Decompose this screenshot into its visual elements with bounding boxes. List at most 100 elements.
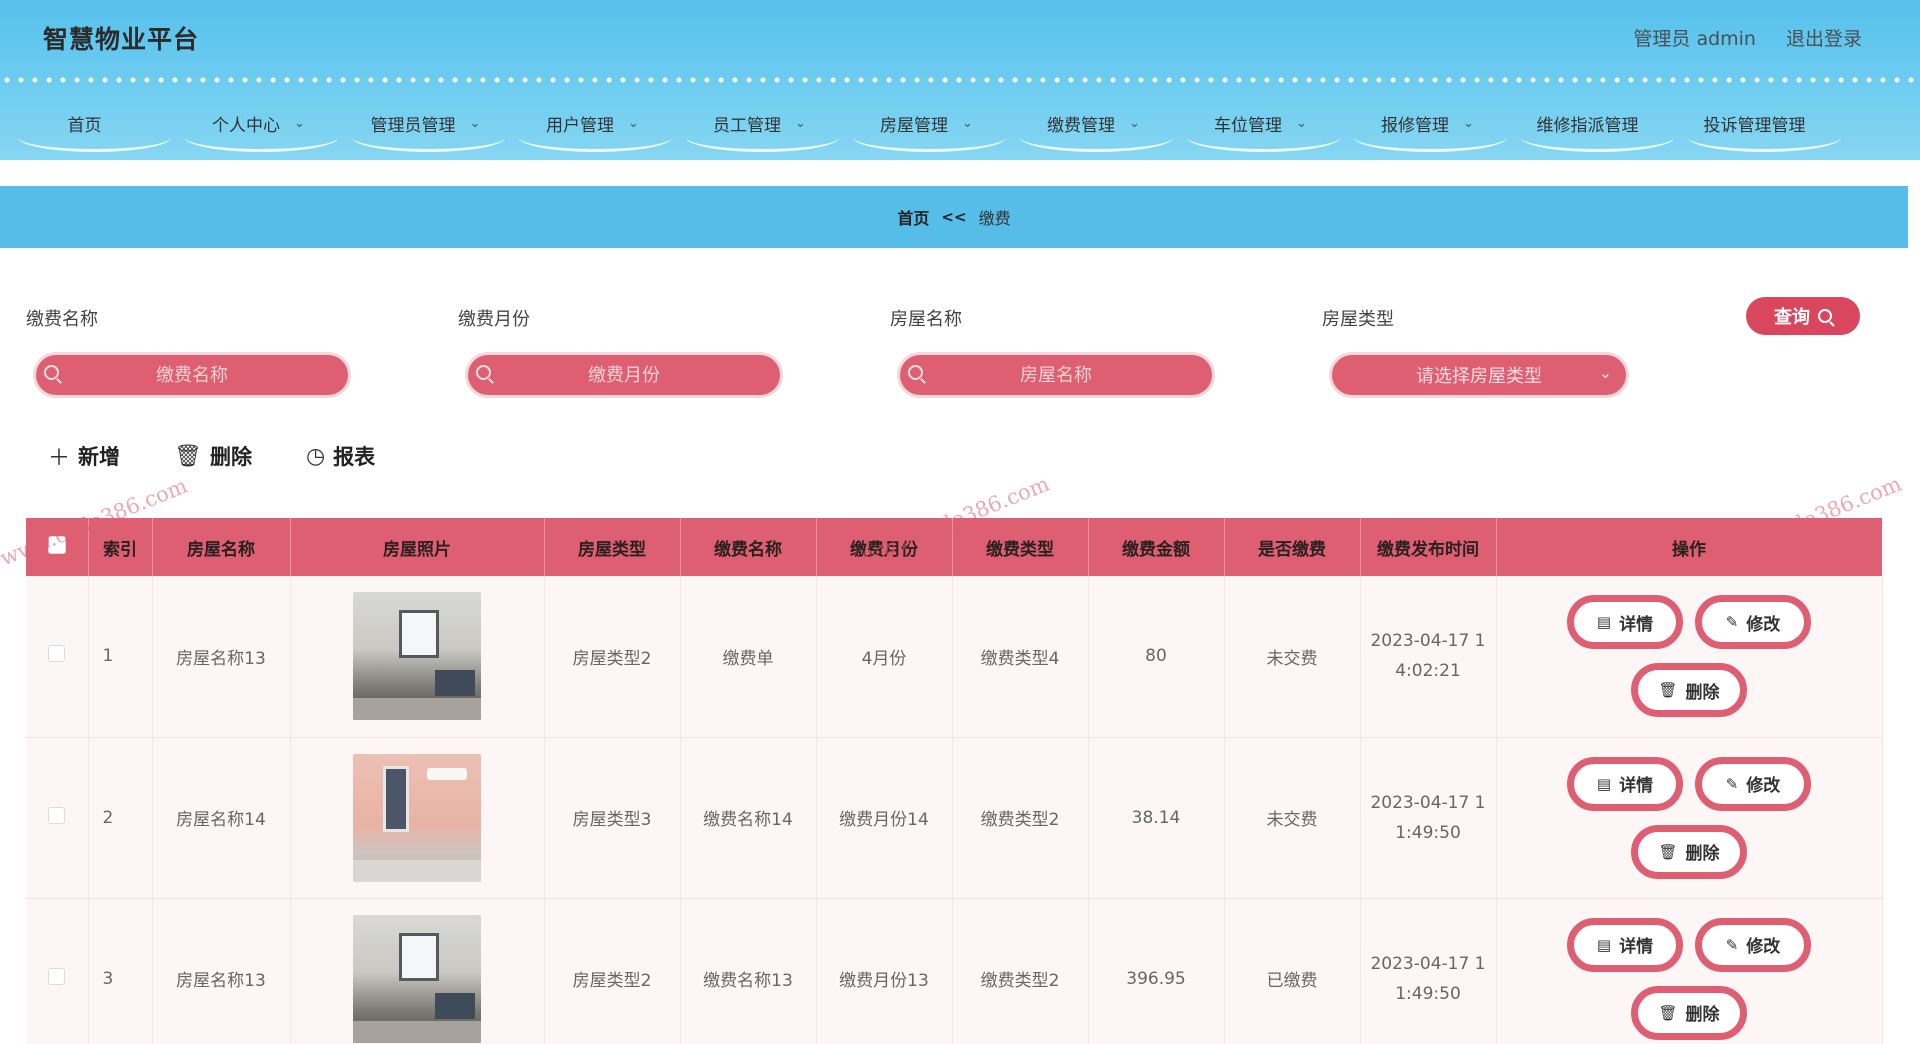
column-header: 操作 xyxy=(1496,518,1883,576)
breadcrumb: 首页 << 缴费 xyxy=(0,186,1908,248)
nav-item-label: 维修指派管理 xyxy=(1536,115,1639,136)
fee-month-cell: 缴费月份14 xyxy=(816,737,953,898)
fee-type-cell: 缴费类型2 xyxy=(952,898,1089,1044)
delete-button[interactable]: 🗑 删除 xyxy=(1631,824,1747,879)
fee-month-input[interactable] xyxy=(468,364,780,386)
document-icon: ▤ xyxy=(1596,774,1612,793)
table-header-row: 索引 房屋名称 房屋照片 房屋类型 缴费名称 缴费月份 缴费类型 缴费金额 是否… xyxy=(26,518,1883,576)
document-icon: ▤ xyxy=(1596,613,1612,632)
chevron-down-icon: ⌄ xyxy=(795,115,806,131)
nav-item-personal-center[interactable]: 个人中心 ⌄ xyxy=(175,92,342,154)
table-row: 1 房屋名称13 房屋类型2 缴费单 4月份 缴费类型4 80 未交费 2023… xyxy=(26,576,1883,737)
edit-button[interactable]: ✎ 修改 xyxy=(1695,917,1811,972)
house-name-input[interactable] xyxy=(900,364,1212,386)
nav-item-parking-management[interactable]: 车位管理 ⌄ xyxy=(1177,92,1344,154)
fee-month-cell: 4月份 xyxy=(816,576,953,737)
fee-type-cell: 缴费类型4 xyxy=(952,576,1089,737)
select-all-checkbox[interactable] xyxy=(47,535,66,554)
nav-item-user-management[interactable]: 用户管理 ⌄ xyxy=(509,92,676,154)
paid-status-cell: 已缴费 xyxy=(1224,898,1361,1044)
current-user-label: 管理员 admin xyxy=(1633,28,1756,50)
column-header: 索引 xyxy=(88,518,153,576)
main-nav: 首页 个人中心 ⌄ 管理员管理 ⌄ 用户管理 ⌄ 员工管理 ⌄ 房屋管理 ⌄ 缴费管理 ⌄ … xyxy=(0,92,1920,158)
row-index: 1 xyxy=(88,576,153,737)
nav-item-label: 首页 xyxy=(67,115,102,136)
paid-status-cell: 未交费 xyxy=(1224,576,1361,737)
fee-month-field[interactable] xyxy=(468,355,780,395)
house-photo[interactable] xyxy=(353,753,481,882)
bulk-delete-button[interactable]: 🗑 删除 xyxy=(174,440,252,472)
logout-link[interactable]: 退出登录 xyxy=(1786,24,1862,51)
report-button[interactable]: ◷ 报表 xyxy=(306,440,375,472)
delete-button[interactable]: 🗑 删除 xyxy=(1631,663,1747,718)
nav-item-repair-management[interactable]: 报修管理 ⌄ xyxy=(1344,92,1511,154)
row-select-cell xyxy=(26,898,89,1044)
breadcrumb-home-link[interactable]: 首页 xyxy=(897,205,929,229)
publish-time-line1: 2023-04-17 1 xyxy=(1370,631,1486,652)
fee-type-cell: 缴费类型2 xyxy=(952,737,1089,898)
nav-item-label: 投诉管理管理 xyxy=(1703,115,1806,136)
delete-button-label: 删除 xyxy=(1685,1005,1720,1026)
paid-status-cell: 未交费 xyxy=(1224,737,1361,898)
nav-item-staff-management[interactable]: 员工管理 ⌄ xyxy=(676,92,843,154)
nav-item-admin-management[interactable]: 管理员管理 ⌄ xyxy=(342,92,509,154)
house-type-label: 房屋类型 xyxy=(1322,309,1394,330)
chevron-down-icon: ⌄ xyxy=(1463,115,1474,131)
house-name-label: 房屋名称 xyxy=(890,309,962,330)
detail-button[interactable]: ▤ 详情 xyxy=(1567,917,1683,972)
add-button[interactable]: ＋ 新增 xyxy=(48,440,120,472)
detail-button-label: 详情 xyxy=(1619,614,1654,635)
house-name-field[interactable] xyxy=(900,355,1212,395)
house-photo-cell xyxy=(290,576,545,737)
chevron-down-icon: ⌄ xyxy=(1129,115,1140,131)
select-all-header xyxy=(26,518,89,576)
plus-icon: ＋ xyxy=(48,446,71,471)
chevron-down-icon: ⌄ xyxy=(469,115,481,131)
edit-button[interactable]: ✎ 修改 xyxy=(1695,595,1811,650)
fee-name-field[interactable] xyxy=(36,355,348,395)
nav-item-home[interactable]: 首页 xyxy=(8,92,175,154)
nav-item-repair-dispatch[interactable]: 维修指派管理 xyxy=(1511,92,1678,154)
nav-item-label: 报修管理 xyxy=(1381,115,1450,136)
edit-button-label: 修改 xyxy=(1746,937,1781,958)
edit-button-label: 修改 xyxy=(1746,614,1781,635)
detail-button[interactable]: ▤ 详情 xyxy=(1567,595,1683,650)
house-photo-cell xyxy=(290,898,545,1044)
row-checkbox[interactable] xyxy=(48,645,66,663)
publish-time-line1: 2023-04-17 1 xyxy=(1370,792,1486,813)
house-type-select-placeholder: 请选择房屋类型 xyxy=(1416,366,1542,387)
delete-button[interactable]: 🗑 删除 xyxy=(1631,985,1747,1040)
row-checkbox[interactable] xyxy=(48,967,66,985)
user-area: 管理员 admin 退出登录 xyxy=(1633,24,1862,51)
fee-month-label: 缴费月份 xyxy=(458,309,530,330)
fee-name-input[interactable] xyxy=(36,364,348,386)
row-select-cell xyxy=(26,737,89,898)
nav-item-house-management[interactable]: 房屋管理 ⌄ xyxy=(843,92,1010,154)
document-icon: ▤ xyxy=(1596,935,1612,954)
nav-item-label: 管理员管理 xyxy=(370,115,456,136)
nav-item-label: 用户管理 xyxy=(546,115,615,136)
publish-time-cell: 2023-04-17 1 1:49:50 xyxy=(1360,898,1497,1044)
nav-item-label: 缴费管理 xyxy=(1047,115,1116,136)
nav-item-fee-management[interactable]: 缴费管理 ⌄ xyxy=(1010,92,1177,154)
pie-chart-icon: ◷ xyxy=(305,443,326,469)
detail-button[interactable]: ▤ 详情 xyxy=(1567,756,1683,811)
house-type-select[interactable]: 请选择房屋类型 ⌄ xyxy=(1332,355,1626,395)
edit-button[interactable]: ✎ 修改 xyxy=(1695,756,1811,811)
nav-item-label: 房屋管理 xyxy=(880,115,949,136)
column-header: 房屋名称 xyxy=(152,518,291,576)
search-icon xyxy=(44,365,59,380)
nav-item-complaint-management[interactable]: 投诉管理管理 xyxy=(1678,92,1845,154)
house-photo[interactable] xyxy=(353,592,481,721)
fee-name-cell: 缴费名称14 xyxy=(680,737,817,898)
query-button[interactable]: 查询 xyxy=(1746,297,1860,335)
fee-name-cell: 缴费名称13 xyxy=(680,898,817,1044)
table-row: 3 房屋名称13 房屋类型2 缴费名称13 缴费月份13 缴费类型2 396.9… xyxy=(26,898,1883,1044)
fee-name-label: 缴费名称 xyxy=(26,309,98,330)
table-row: 2 房屋名称14 房屋类型3 缴费名称14 缴费月份14 缴费类型2 38.14… xyxy=(26,737,1883,898)
search-icon xyxy=(476,365,491,380)
row-checkbox[interactable] xyxy=(48,806,66,824)
house-photo[interactable] xyxy=(353,914,481,1043)
trash-icon: 🗑 xyxy=(174,443,202,469)
house-type-cell: 房屋类型2 xyxy=(544,576,681,737)
